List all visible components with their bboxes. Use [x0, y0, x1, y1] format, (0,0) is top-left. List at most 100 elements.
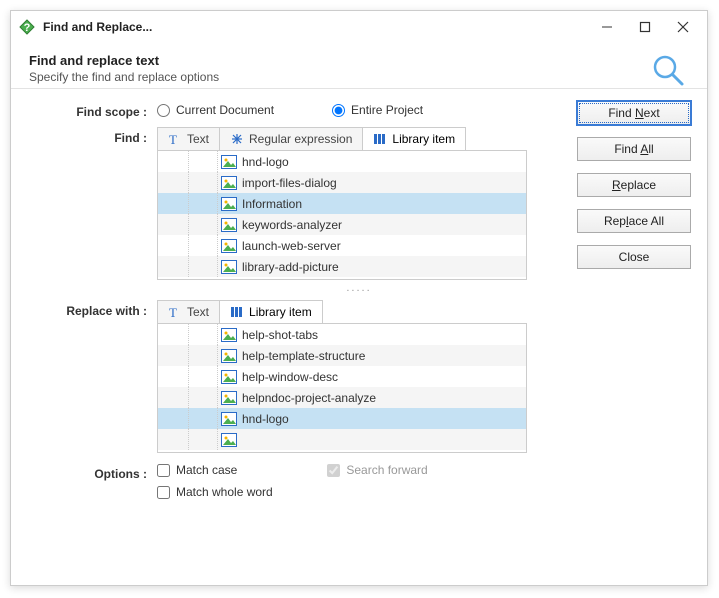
- row-gutter: [158, 172, 218, 193]
- list-item[interactable]: [158, 429, 526, 450]
- tab-find-text[interactable]: T Text: [158, 128, 220, 150]
- list-item[interactable]: import-files-dialog: [158, 172, 526, 193]
- list-item[interactable]: library-add-picture: [158, 256, 526, 277]
- image-icon: [218, 328, 240, 342]
- match-case-label: Match case: [176, 463, 237, 477]
- list-item[interactable]: keywords-analyzer: [158, 214, 526, 235]
- svg-text:T: T: [169, 132, 177, 146]
- find-replace-dialog: ? Find and Replace... Find and replace t…: [10, 10, 708, 586]
- list-item[interactable]: Information: [158, 193, 526, 214]
- list-item-label: Information: [240, 197, 302, 211]
- list-item[interactable]: hnd-logo: [158, 408, 526, 429]
- window-title: Find and Replace...: [43, 20, 597, 34]
- find-scope-row: Find scope : Current Document Entire Pro…: [27, 101, 561, 119]
- replace-button[interactable]: Replace: [577, 173, 691, 197]
- row-gutter: [158, 366, 218, 387]
- tab-find-library-label: Library item: [392, 132, 455, 146]
- library-icon: [230, 305, 244, 319]
- row-gutter: [158, 408, 218, 429]
- image-icon: [218, 391, 240, 405]
- svg-text:T: T: [169, 305, 177, 319]
- find-library-list[interactable]: hnd-logo import-files-dialog Information ke…: [157, 150, 527, 280]
- list-item[interactable]: help-shot-tabs: [158, 324, 526, 345]
- tab-replace-text-label: Text: [187, 305, 209, 319]
- tab-find-regex-label: Regular expression: [249, 132, 352, 146]
- app-icon: ?: [19, 19, 35, 35]
- list-item-label: hnd-logo: [240, 155, 289, 169]
- tab-replace-library[interactable]: Library item: [220, 301, 322, 323]
- list-item[interactable]: helpndoc-project-analyze: [158, 387, 526, 408]
- list-item-label: help-shot-tabs: [240, 328, 318, 342]
- match-case-check[interactable]: Match case: [157, 463, 237, 477]
- list-item-label: help-template-structure: [240, 349, 365, 363]
- replace-tabs: T Text Library item: [157, 300, 323, 323]
- checkbox-match-case[interactable]: [157, 464, 170, 477]
- maximize-button[interactable]: [635, 17, 655, 37]
- svg-text:?: ?: [24, 22, 31, 34]
- list-ellipsis: .....: [157, 280, 561, 296]
- options-label: Options :: [27, 463, 157, 499]
- list-item[interactable]: help-template-structure: [158, 345, 526, 366]
- image-icon: [218, 155, 240, 169]
- replace-all-button[interactable]: Replace All: [577, 209, 691, 233]
- image-icon: [218, 260, 240, 274]
- radio-current-doc[interactable]: [157, 104, 170, 117]
- checkbox-search-forward: [327, 464, 340, 477]
- find-tabs: T Text Regular expression Library item: [157, 127, 466, 150]
- radio-entire-project[interactable]: [332, 104, 345, 117]
- row-gutter: [158, 235, 218, 256]
- row-gutter: [158, 429, 218, 450]
- list-item-label: helpndoc-project-analyze: [240, 391, 376, 405]
- action-buttons-column: Find Next Find All Replace Replace All C…: [561, 101, 691, 503]
- row-gutter: [158, 387, 218, 408]
- match-whole-label: Match whole word: [176, 485, 273, 499]
- list-item-label: keywords-analyzer: [240, 218, 342, 232]
- find-section: Find : T Text Regular expression: [27, 127, 561, 296]
- row-gutter: [158, 151, 218, 172]
- regex-icon: [230, 132, 244, 146]
- row-gutter: [158, 256, 218, 277]
- list-item-label: help-window-desc: [240, 370, 338, 384]
- dialog-subtitle: Specify the find and replace options: [29, 70, 689, 84]
- image-icon: [218, 239, 240, 253]
- dialog-header: Find and replace text Specify the find a…: [11, 43, 707, 89]
- image-icon: [218, 176, 240, 190]
- replace-library-list[interactable]: help-shot-tabs help-template-structure hel…: [157, 323, 527, 453]
- row-gutter: [158, 193, 218, 214]
- scope-entire-project[interactable]: Entire Project: [332, 103, 423, 117]
- find-next-button[interactable]: Find Next: [577, 101, 691, 125]
- find-all-button[interactable]: Find All: [577, 137, 691, 161]
- checkbox-match-whole[interactable]: [157, 486, 170, 499]
- tab-find-library[interactable]: Library item: [363, 128, 465, 150]
- image-icon: [218, 349, 240, 363]
- minimize-button[interactable]: [597, 17, 617, 37]
- image-icon: [218, 370, 240, 384]
- close-button[interactable]: [673, 17, 693, 37]
- replace-section: Replace with : T Text Library item: [27, 300, 561, 453]
- tab-replace-library-label: Library item: [249, 305, 312, 319]
- image-icon: [218, 433, 240, 447]
- radio-current-doc-label: Current Document: [176, 103, 274, 117]
- row-gutter: [158, 214, 218, 235]
- find-label: Find :: [27, 127, 157, 296]
- search-icon: [651, 53, 685, 90]
- scope-current-doc[interactable]: Current Document: [157, 103, 274, 117]
- replace-with-label: Replace with :: [27, 300, 157, 453]
- tab-find-regex[interactable]: Regular expression: [220, 128, 363, 150]
- close-dialog-button[interactable]: Close: [577, 245, 691, 269]
- image-icon: [218, 197, 240, 211]
- dialog-title: Find and replace text: [29, 53, 689, 68]
- search-forward-check: Search forward: [327, 463, 427, 477]
- tab-replace-text[interactable]: T Text: [158, 301, 220, 323]
- list-item-label: hnd-logo: [240, 412, 289, 426]
- list-item-label: import-files-dialog: [240, 176, 337, 190]
- match-whole-word-check[interactable]: Match whole word: [157, 485, 561, 499]
- row-gutter: [158, 324, 218, 345]
- text-icon: T: [168, 305, 182, 319]
- list-item[interactable]: help-window-desc: [158, 366, 526, 387]
- text-icon: T: [168, 132, 182, 146]
- list-item[interactable]: launch-web-server: [158, 235, 526, 256]
- titlebar: ? Find and Replace...: [11, 11, 707, 43]
- list-item[interactable]: hnd-logo: [158, 151, 526, 172]
- image-icon: [218, 218, 240, 232]
